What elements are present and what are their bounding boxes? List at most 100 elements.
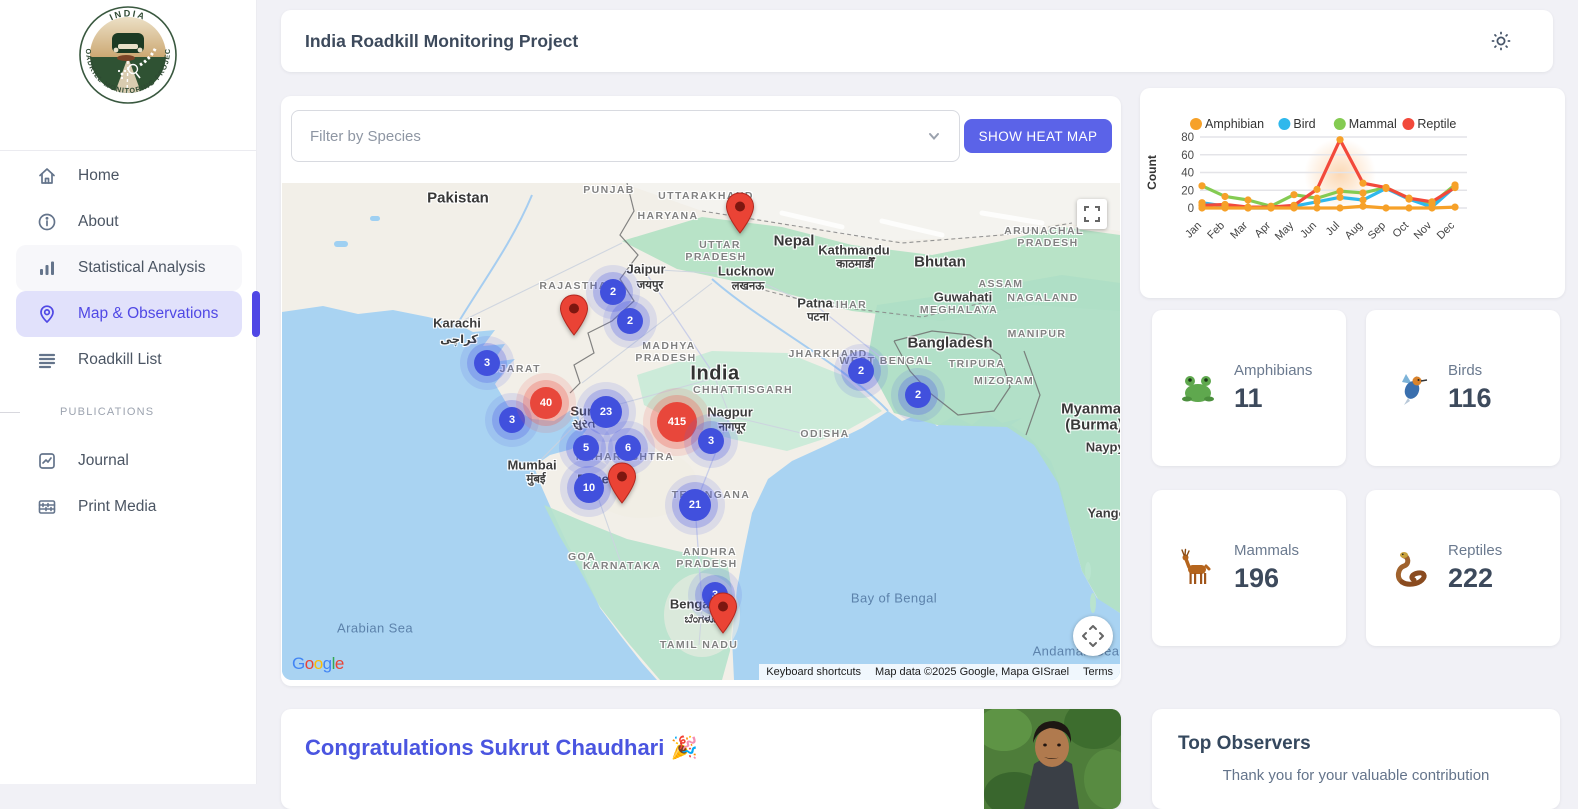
map-label: ODISHA [800,428,849,440]
google-logo-letter: o [314,654,323,673]
page-header: India Roadkill Monitoring Project [281,10,1553,72]
stat-label: Amphibians [1234,362,1312,379]
map-pin-icon [37,304,57,324]
sidebar-item-journal[interactable]: Journal [16,438,242,484]
map-cluster-marker[interactable]: 3 [499,407,525,433]
sidebar-item-roadkill-list[interactable]: Roadkill List [16,337,242,383]
svg-text:80: 80 [1181,132,1194,144]
map-pin-marker[interactable] [724,191,756,240]
map-label: BIHAR [827,299,867,311]
map-label: Bhutan [914,254,966,271]
map-label: ARUNACHAL [1004,225,1084,237]
map-pin-marker[interactable] [606,461,638,510]
map-cluster-marker[interactable]: 2 [905,382,931,408]
svg-text:Jun: Jun [1298,220,1319,241]
map-label: TRIPURA [949,358,1005,370]
svg-text:0: 0 [1188,203,1194,215]
map-cluster-marker[interactable]: 40 [530,387,562,419]
svg-text:20: 20 [1181,185,1194,197]
map-label: PRADESH [676,558,737,570]
section-divider [0,412,20,413]
map-cluster-marker[interactable]: 3 [698,428,724,454]
publications-section-label: PUBLICATIONS [60,406,154,418]
keyboard-shortcuts-link[interactable]: Keyboard shortcuts [759,664,868,680]
map-label: Nagpur [707,405,753,420]
monthly-count-chart: 020406080CountJanFebMarAprMayJunJulAugSe… [1140,88,1565,298]
map-cluster-marker[interactable]: 6 [615,435,641,461]
sidebar-item-label: About [78,213,119,231]
species-filter-select[interactable]: Filter by Species [291,110,960,162]
map-label: CHHATTISGARH [693,384,793,396]
map-panel: Filter by Species SHOW HEAT MAP [281,96,1121,686]
sidebar-item-about[interactable]: About [16,199,242,245]
sidebar-item-map-observations[interactable]: Map & Observations [16,291,242,337]
info-icon [37,212,57,232]
svg-text:Feb: Feb [1205,220,1227,242]
map-label: Mumbai [507,458,556,473]
map-label: HARYANA [638,210,699,222]
sidebar-item-label: Statistical Analysis [78,259,206,277]
map-label: Yangon [1088,506,1120,521]
show-heat-map-button[interactable]: SHOW HEAT MAP [964,119,1112,153]
svg-text:Jul: Jul [1324,220,1342,238]
map-cluster-marker[interactable]: 10 [574,473,604,503]
map-label: MADHYA [642,340,696,352]
map-attribution: Keyboard shortcuts Map data ©2025 Google… [759,664,1120,680]
pan-icon [1080,623,1106,649]
sidebar-item-statistical-analysis[interactable]: Statistical Analysis [16,245,242,291]
map-label: नागपूर [718,420,745,435]
fullscreen-icon [1084,206,1100,222]
map-label: PRADESH [1017,237,1078,249]
svg-text:Reptile: Reptile [1417,117,1456,131]
map-cluster-marker[interactable]: 415 [657,402,697,442]
google-logo-letter: G [292,654,305,673]
sidebar-item-print-media[interactable]: Print Media [16,484,242,530]
svg-text:60: 60 [1181,150,1194,162]
map-label: UTTAR [699,239,741,251]
sidebar-item-label: Roadkill List [78,351,162,369]
top-observers-subtitle: Thank you for your valuable contribution [1152,767,1560,784]
google-map[interactable]: PakistanNepalBhutanBangladeshIndiaMyanma… [282,183,1120,680]
map-cluster-marker[interactable]: 23 [590,396,622,428]
map-label: Kathmandu [818,243,890,258]
sun-icon[interactable] [1489,29,1513,53]
stat-card-reptiles: Reptiles 222 [1366,490,1560,646]
map-cluster-marker[interactable]: 2 [848,358,874,384]
svg-text:Amphibian: Amphibian [1205,117,1264,131]
stat-value: 196 [1234,563,1299,594]
congratulations-title: Congratulations Sukrut Chaudhari 🎉 [305,735,698,761]
map-cluster-marker[interactable]: 5 [573,435,599,461]
pan-control-button[interactable] [1073,616,1113,656]
map-pin-marker[interactable] [707,591,739,640]
svg-text:Mar: Mar [1228,219,1250,241]
stat-label: Reptiles [1448,542,1502,559]
stat-value: 222 [1448,563,1502,594]
map-cluster-marker[interactable]: 2 [617,308,643,334]
frog-icon [1178,368,1218,408]
map-pin-marker[interactable] [558,293,590,342]
map-label: Bangladesh [907,335,992,352]
congratulations-banner: Congratulations Sukrut Chaudhari 🎉 [281,709,1121,809]
map-cluster-marker[interactable]: 3 [474,350,500,376]
google-logo-letter: g [323,654,332,673]
map-cluster-marker[interactable]: 2 [600,279,626,305]
stat-card-amphibians: Amphibians 11 [1152,310,1346,466]
monthly-count-chart-card: 020406080CountJanFebMarAprMayJunJulAugSe… [1140,88,1565,298]
map-label: Karachi [433,316,481,331]
map-label: Patna [797,296,832,311]
svg-text:Oct: Oct [1391,220,1412,241]
svg-text:May: May [1273,219,1297,243]
fullscreen-button[interactable] [1077,199,1107,229]
map-label: लखनऊ [732,279,765,294]
sidebar-item-home[interactable]: Home [16,153,242,199]
map-label: Nepal [774,233,815,250]
map-label: MANIPUR [1008,328,1067,340]
map-label: GOA [568,551,596,563]
map-label: Lucknow [718,264,774,279]
terms-link[interactable]: Terms [1076,664,1120,680]
bird-icon [1392,368,1432,408]
map-label: ANDHRA [683,546,737,558]
map-cluster-marker[interactable]: 21 [679,489,711,521]
page-title: India Roadkill Monitoring Project [305,31,578,52]
map-label: PUNJAB [583,184,635,196]
